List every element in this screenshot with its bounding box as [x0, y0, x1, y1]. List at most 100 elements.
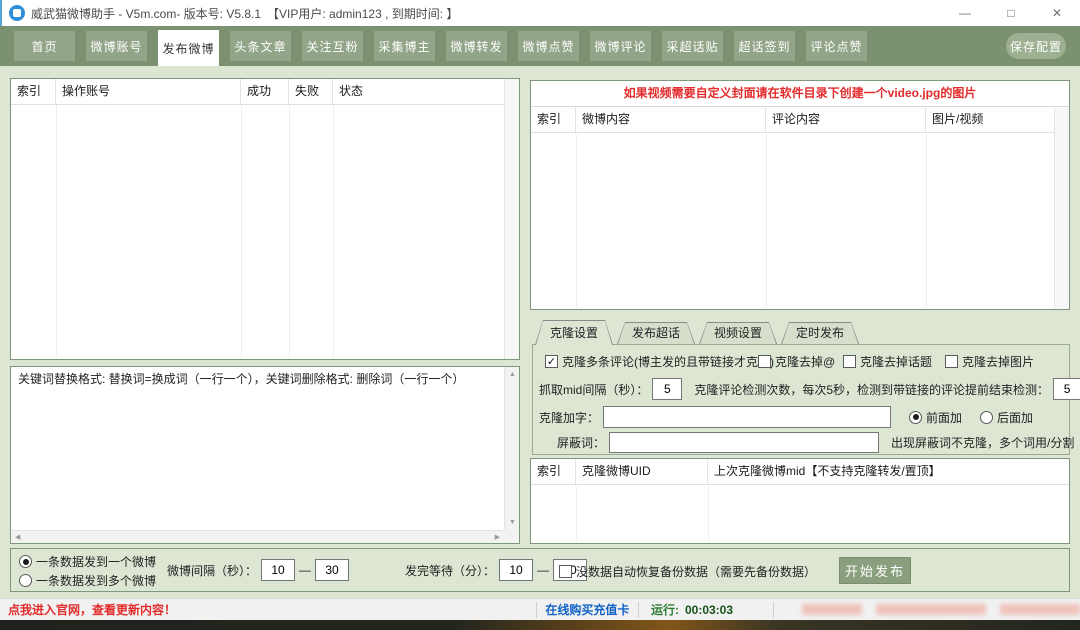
- tab-weibo-like[interactable]: 微博点赞: [518, 31, 579, 61]
- tab-weibo-repost[interactable]: 微博转发: [446, 31, 507, 61]
- account-table-header: 索引 操作账号 成功 失败 状态: [11, 79, 519, 105]
- wait-after-min-input[interactable]: [499, 559, 533, 581]
- subtab-scheduled-publish[interactable]: 定时发布: [781, 322, 859, 344]
- column-header-status[interactable]: 状态: [333, 79, 519, 104]
- column-header-index[interactable]: 索引: [531, 459, 576, 484]
- clone-add-text-input[interactable]: [603, 406, 891, 428]
- grid-line: [766, 134, 767, 308]
- clone-add-text-row: 克隆加字： 前面加 后面加: [539, 406, 1033, 428]
- grid-line: [333, 105, 334, 358]
- column-header-account[interactable]: 操作账号: [56, 79, 241, 104]
- content-table-header: 索引 微博内容 评论内容 图片/视频: [531, 107, 1069, 133]
- clone-remove-at-option[interactable]: 克隆去掉@: [758, 353, 835, 370]
- content-table-scrollbar[interactable]: [1054, 108, 1069, 309]
- checkbox-label: 克隆多条评论(博主发的且带链接才克隆): [562, 353, 774, 370]
- maximize-icon[interactable]: □: [988, 0, 1034, 26]
- start-publish-button[interactable]: 开始发布: [839, 557, 911, 584]
- send-multi-option[interactable]: 一条数据发到多个微博: [19, 572, 156, 589]
- column-header-media[interactable]: 图片/视频: [926, 107, 1069, 132]
- clone-multi-comments-option[interactable]: ✓ 克隆多条评论(博主发的且带链接才克隆): [545, 353, 774, 370]
- clone-remove-image-option[interactable]: 克隆去掉图片: [945, 353, 1034, 370]
- runtime-label: 运行:: [651, 601, 679, 618]
- clone-remove-topic-option[interactable]: 克隆去掉话题: [843, 353, 932, 370]
- mid-interval-row: 抓取mid间隔（秒）： 克隆评论检测次数，每次5秒，检测到带链接的评论提前结束检…: [539, 378, 1080, 400]
- tab-toutiao-articles[interactable]: 头条文章: [230, 31, 291, 61]
- buy-card-link[interactable]: 在线购买充值卡: [537, 601, 638, 618]
- grid-line: [708, 486, 709, 542]
- range-dash: —: [537, 563, 549, 577]
- checkbox-unchecked[interactable]: [945, 355, 958, 368]
- tab-comment-like[interactable]: 评论点赞: [806, 31, 867, 61]
- subtab-video-settings[interactable]: 视频设置: [699, 322, 777, 344]
- block-words-row: 屏蔽词： 出现屏蔽词不克隆，多个词用/分割: [557, 432, 1074, 453]
- redacted-text: [876, 604, 986, 615]
- subtab-label: 克隆设置: [536, 321, 612, 345]
- subtab-publish-supertopic[interactable]: 发布超话: [617, 322, 695, 344]
- scroll-right-icon[interactable]: ▶: [495, 534, 500, 541]
- publish-control-bar: 一条数据发到一个微博 一条数据发到多个微博 微博间隔（秒）： — 发完等待（分）…: [10, 548, 1070, 592]
- radio-checked[interactable]: [19, 555, 32, 568]
- minimize-icon[interactable]: —: [942, 0, 988, 26]
- mid-interval-input[interactable]: [652, 378, 682, 400]
- tab-weibo-accounts[interactable]: 微博账号: [86, 31, 147, 61]
- checkbox-label: 克隆去掉图片: [962, 353, 1034, 370]
- save-config-button[interactable]: 保存配置: [1006, 33, 1066, 59]
- tab-publish-weibo[interactable]: 发布微博: [158, 30, 219, 66]
- weibo-interval-max-input[interactable]: [315, 559, 349, 581]
- account-table-scrollbar[interactable]: [504, 79, 519, 359]
- column-header-index[interactable]: 索引: [531, 107, 576, 132]
- checkbox-unchecked[interactable]: [758, 355, 771, 368]
- column-header-comment-content[interactable]: 评论内容: [766, 107, 926, 132]
- radio-unchecked[interactable]: [980, 411, 993, 424]
- restore-backup-option[interactable]: 没数据自动恢复备份数据（需要先备份数据）: [559, 563, 816, 580]
- tab-supertopic-checkin[interactable]: 超话签到: [734, 31, 795, 61]
- runtime-status: 运行: 00:03:03: [639, 601, 773, 618]
- add-back-option[interactable]: 后面加: [980, 409, 1033, 426]
- range-dash: —: [299, 563, 311, 577]
- block-words-input[interactable]: [609, 432, 879, 453]
- block-words-label: 屏蔽词：: [557, 434, 605, 451]
- column-header-weibo-content[interactable]: 微博内容: [576, 107, 766, 132]
- close-icon[interactable]: ✕: [1034, 0, 1080, 26]
- mid-interval-label: 抓取mid间隔（秒）：: [539, 381, 648, 398]
- column-header-index[interactable]: 索引: [11, 79, 56, 104]
- official-site-link[interactable]: 点我进入官网，查看更新内容！: [0, 601, 536, 618]
- scroll-up-icon[interactable]: ▲: [509, 371, 516, 378]
- checkbox-checked[interactable]: ✓: [545, 355, 558, 368]
- checkbox-unchecked[interactable]: [843, 355, 856, 368]
- radio-unchecked[interactable]: [19, 574, 32, 587]
- titlebar: 威武猫微博助手 - V5m.com- 版本号: V5.8.1 【VIP用户: a…: [0, 0, 1080, 26]
- checkbox-label: 克隆去掉话题: [860, 353, 932, 370]
- account-table: 索引 操作账号 成功 失败 状态: [10, 78, 520, 360]
- radio-checked[interactable]: [909, 411, 922, 424]
- horizontal-scrollbar[interactable]: ◀ ▶: [11, 530, 504, 543]
- tab-home[interactable]: 首页: [14, 31, 75, 61]
- checkbox-label: 克隆去掉@: [775, 353, 835, 370]
- tab-weibo-comment[interactable]: 微博评论: [590, 31, 651, 61]
- scroll-left-icon[interactable]: ◀: [15, 534, 20, 541]
- detect-count-input[interactable]: [1053, 378, 1080, 400]
- window-title: 威武猫微博助手 - V5m.com- 版本号: V5.8.1 【VIP用户: a…: [31, 5, 458, 22]
- tab-collect-bloggers[interactable]: 采集博主: [374, 31, 435, 61]
- main-tabbar: 首页 微博账号 发布微博 头条文章 关注互粉 采集博主 微博转发 微博点赞 微博…: [0, 26, 1080, 66]
- runtime-value: 00:03:03: [685, 603, 733, 617]
- column-header-clone-uid[interactable]: 克隆微博UID: [576, 459, 708, 484]
- clone-uid-table: 索引 克隆微博UID 上次克隆微博mid【不支持克隆转发/置顶】: [530, 458, 1070, 544]
- checkbox-unchecked[interactable]: [559, 565, 572, 578]
- subtab-clone-settings[interactable]: 克隆设置: [535, 320, 613, 345]
- column-header-success[interactable]: 成功: [241, 79, 289, 104]
- subtab-label: 发布超话: [618, 323, 694, 344]
- send-one-option[interactable]: 一条数据发到一个微博: [19, 553, 156, 570]
- weibo-interval-min-input[interactable]: [261, 559, 295, 581]
- tab-collect-supertopic-posts[interactable]: 采超话贴: [662, 31, 723, 61]
- column-header-fail[interactable]: 失败: [289, 79, 333, 104]
- add-front-option[interactable]: 前面加: [909, 409, 962, 426]
- grid-line: [241, 105, 242, 358]
- column-header-last-mid[interactable]: 上次克隆微博mid【不支持克隆转发/置顶】: [708, 459, 1069, 484]
- tab-follow-fans[interactable]: 关注互粉: [302, 31, 363, 61]
- clone-subtab-strip: 克隆设置 发布超话 视频设置 定时发布: [535, 320, 863, 344]
- radio-label: 前面加: [926, 409, 962, 426]
- scroll-down-icon[interactable]: ▼: [509, 519, 516, 526]
- keyword-replace-textarea[interactable]: 关键词替换格式: 替换词=换成词（一行一个），关键词删除格式: 删除词（一行一个…: [12, 368, 503, 529]
- vertical-scrollbar[interactable]: ▲ ▼: [504, 367, 519, 530]
